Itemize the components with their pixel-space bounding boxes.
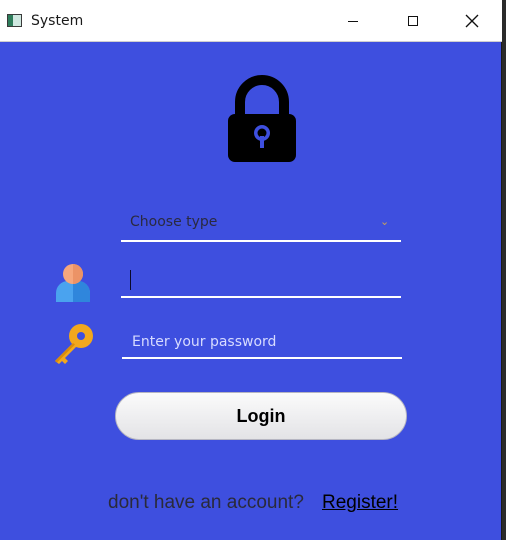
account-prompt: don't have an account? — [108, 492, 304, 513]
password-input[interactable] — [122, 327, 402, 359]
login-button[interactable]: Login — [115, 392, 407, 440]
chevron-down-icon: ⌄ — [380, 215, 390, 228]
maximize-button[interactable] — [390, 0, 436, 42]
type-dropdown-value: Choose type — [130, 214, 218, 230]
register-link[interactable]: Register! — [322, 492, 398, 514]
window-title: System — [31, 13, 84, 29]
type-dropdown[interactable]: Choose type ⌄ — [121, 208, 401, 242]
username-input[interactable] — [121, 266, 401, 298]
maximize-icon — [408, 16, 418, 26]
text-cursor — [130, 270, 131, 290]
user-icon — [56, 264, 90, 302]
close-button[interactable] — [449, 0, 495, 42]
lock-icon — [228, 75, 296, 162]
title-bar[interactable]: System — [0, 0, 502, 42]
app-window-icon — [7, 14, 22, 27]
key-icon — [55, 324, 93, 364]
minimize-button[interactable] — [330, 0, 376, 42]
app-window: System Choose type ⌄ Login don't have an… — [0, 0, 502, 540]
close-icon — [465, 14, 479, 28]
minimize-icon — [348, 20, 358, 22]
